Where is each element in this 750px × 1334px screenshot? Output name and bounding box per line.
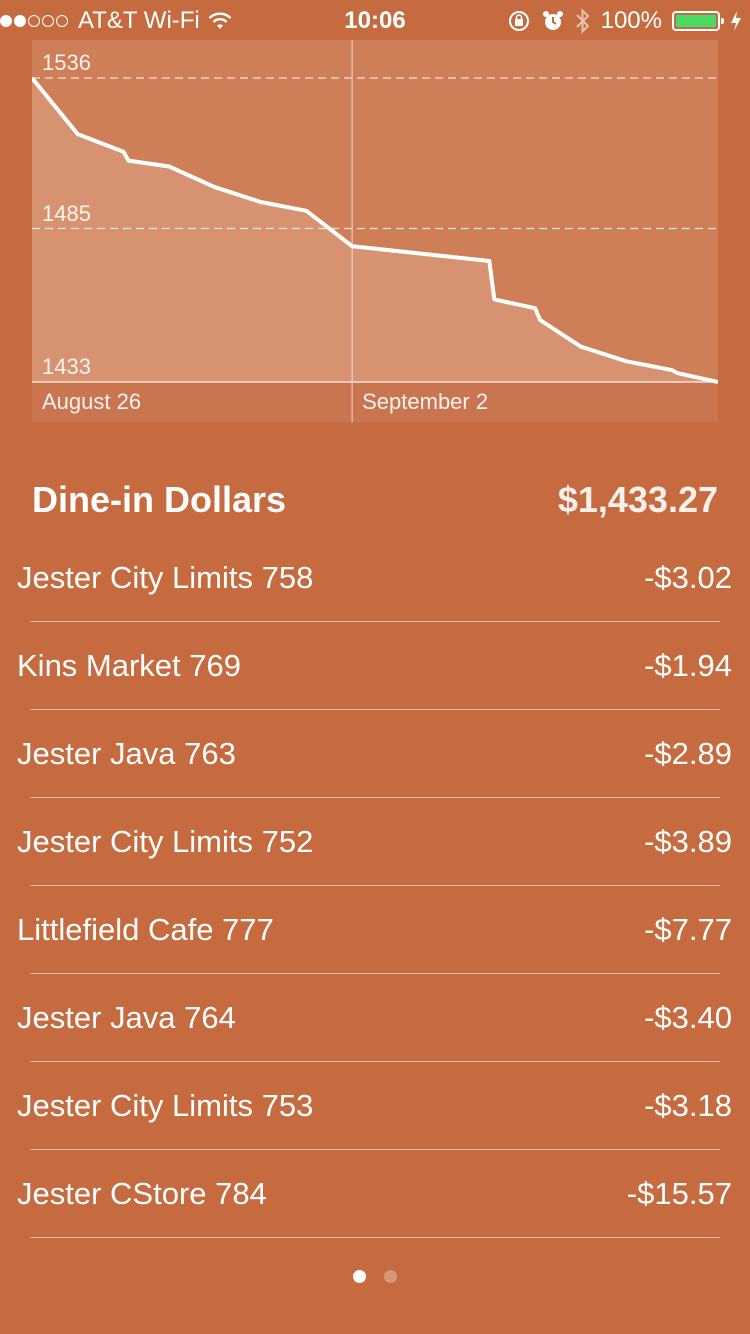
- transaction-merchant: Jester Java 764: [17, 1000, 236, 1035]
- rotation-lock-icon: [508, 11, 529, 31]
- transaction-row[interactable]: Jester City Limits 752 -$3.89: [0, 798, 750, 886]
- transaction-amount: -$7.77: [644, 912, 732, 947]
- transaction-row[interactable]: Jester CStore 784 -$15.57: [0, 1150, 750, 1238]
- transaction-row[interactable]: Jester City Limits 753 -$3.18: [0, 1062, 750, 1150]
- page-dot[interactable]: [353, 1270, 366, 1283]
- status-right: 100%: [507, 7, 742, 35]
- transaction-amount: -$15.57: [626, 1176, 732, 1211]
- chart-y-tick-label: 1433: [42, 354, 91, 379]
- alarm-icon: [542, 11, 563, 30]
- transaction-merchant: Littlefield Cafe 777: [17, 912, 274, 947]
- transaction-merchant: Jester CStore 784: [17, 1176, 267, 1211]
- transaction-amount: -$2.89: [644, 736, 732, 771]
- transaction-merchant: Kins Market 769: [17, 648, 241, 683]
- transaction-merchant: Jester City Limits 758: [17, 560, 314, 595]
- chart-x-tick-label: September 2: [362, 389, 489, 414]
- transaction-row[interactable]: Littlefield Cafe 777 -$7.77: [0, 886, 750, 974]
- battery-icon: [672, 11, 724, 31]
- chart-y-tick-label: 1536: [42, 50, 91, 75]
- transaction-row[interactable]: Kins Market 769 -$1.94: [0, 622, 750, 710]
- wallet-widget-page: AT&T Wi-Fi 10:06 100% 1536 1485 1433 Aug…: [0, 0, 750, 1334]
- transaction-row[interactable]: Jester Java 763 -$2.89: [0, 710, 750, 798]
- transaction-merchant: Jester Java 763: [17, 736, 236, 771]
- transaction-amount: -$3.18: [644, 1088, 732, 1123]
- transaction-merchant: Jester City Limits 752: [17, 824, 314, 859]
- status-bar: AT&T Wi-Fi 10:06 100%: [0, 0, 750, 40]
- account-title: Dine-in Dollars: [32, 479, 287, 520]
- balance-chart-svg: [32, 40, 718, 422]
- page-dot[interactable]: [384, 1270, 397, 1283]
- bluetooth-icon: [575, 8, 590, 34]
- battery-level: [676, 15, 716, 27]
- transaction-amount: -$1.94: [644, 648, 732, 683]
- chart-x-tick-label: August 26: [42, 389, 142, 414]
- transaction-amount: -$3.89: [644, 824, 732, 859]
- transaction-row[interactable]: Jester Java 764 -$3.40: [0, 974, 750, 1062]
- transaction-list: Jester City Limits 758 -$3.02 Kins Market …: [0, 534, 750, 1238]
- transaction-merchant: Jester City Limits 753: [17, 1088, 314, 1123]
- account-balance: $1,433.27: [557, 479, 718, 520]
- balance-header: Dine-in Dollars $1,433.27: [32, 470, 718, 530]
- chart-y-tick-label: 1485: [42, 200, 91, 226]
- transaction-amount: -$3.40: [644, 1000, 732, 1035]
- transaction-row[interactable]: Jester City Limits 758 -$3.02: [0, 534, 750, 622]
- charging-bolt-icon: [731, 11, 741, 31]
- page-control[interactable]: [0, 1270, 750, 1283]
- balance-chart: 1536 1485 1433 August 26 September 2: [32, 40, 718, 422]
- transaction-amount: -$3.02: [644, 560, 732, 595]
- battery-percent: 100%: [600, 7, 662, 34]
